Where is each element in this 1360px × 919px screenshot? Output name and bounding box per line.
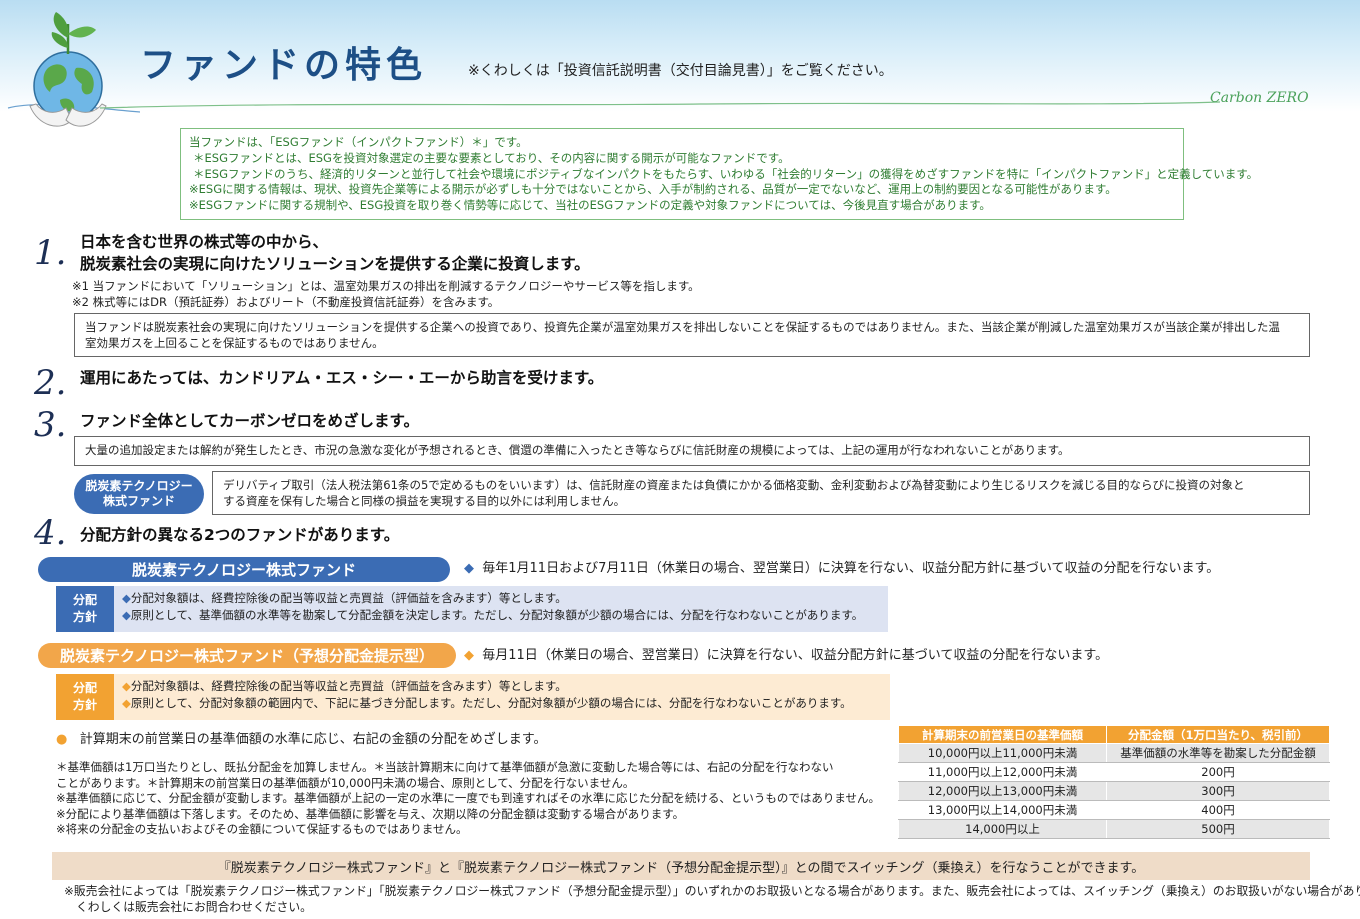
- table-row: 10,000円以上11,000円未満 基準価額の水準等を勘案した分配金額: [898, 743, 1330, 763]
- table-row: 13,000円以上14,000円未満 400円: [898, 800, 1330, 820]
- section1-note2: ※2 株式等にはDR（預託証券）およびリート（不動産投資信託証券）を含みます。: [72, 295, 500, 309]
- fund-tag-badge: 脱炭素テクノロジー 株式ファンド: [74, 474, 204, 514]
- table-header: 計算期末の前営業日の基準価額: [898, 725, 1107, 744]
- fund-b-policy-text: 分配対象額は、経費控除後の配当等収益と売買益（評価益を含みます）等とします。: [130, 679, 567, 693]
- distribution-note: ※分配により基準価額は下落します。そのため、基準価額に影響を与え、次期以降の分配…: [56, 806, 685, 821]
- section4-heading: 分配方針の異なる2つのファンドがあります。: [80, 526, 400, 544]
- table-cell-nav: 12,000円以上13,000円未満: [898, 781, 1107, 801]
- fund-a-label1: 分配: [72, 593, 97, 607]
- fund-a-description: ◆ 毎年1月11日および7月11日（休業日の場合、翌営業日）に決算を行ない、収益…: [464, 561, 1219, 576]
- distribution-note: ※基準価額に応じて、分配金額が変動します。基準価額が上記の一定の水準に一度でも到…: [56, 791, 881, 806]
- fund-b-desc-text: 毎月11日（休業日の場合、翌営業日）に決算を行ない、収益分配方針に基づいて収益の…: [482, 648, 1109, 663]
- table-row: 11,000円以上12,000円未満 200円: [898, 762, 1330, 782]
- esg-line: ※ESGに関する情報は、現状、投資先企業等による開示が必ずしも十分ではないことか…: [189, 182, 1117, 197]
- fund-a-policy-line: ◆原則として、基準価額の水準等を勘案して分配金額を決定します。ただし、分配対象額…: [122, 607, 880, 624]
- section3-disclaimer-box: 大量の追加設定または解約が発生したとき、市況の急激な変化が予想されるとき、償還の…: [74, 436, 1310, 466]
- prospectus-note: ※くわしくは「投資信託説明書（交付目論見書）」をご覧ください。: [468, 63, 893, 79]
- section3-heading: ファンド全体としてカーボンゼロをめざします。: [80, 412, 419, 430]
- fund-a-policy-line: ◆分配対象額は、経費控除後の配当等収益と売買益（評価益を含みます）等とします。: [122, 590, 880, 607]
- esg-line: 当ファンドは、「ESGファンド（インパクトファンド）＊」です。: [189, 135, 528, 149]
- globe-plant-icon: [7, 12, 140, 127]
- table-cell-amount: 500円: [1106, 819, 1330, 839]
- section-number-1: 1.: [34, 233, 67, 273]
- fund-b-label1: 分配: [72, 681, 97, 695]
- section1-heading-line2: 脱炭素社会の実現に向けたソリューションを提供する企業に投資します。: [80, 255, 590, 273]
- fund-b-name-badge: 脱炭素テクノロジー株式ファンド（予想分配金提示型）: [38, 643, 456, 668]
- table-header: 分配金額（1万口当たり、税引前）: [1106, 725, 1330, 744]
- fund-b-description: ◆ 毎月11日（休業日の場合、翌営業日）に決算を行ない、収益分配方針に基づいて収…: [464, 648, 1108, 663]
- fund-tag-line2: 株式ファンド: [102, 494, 175, 508]
- distribution-table: 計算期末の前営業日の基準価額 分配金額（1万口当たり、税引前） 10,000円以…: [898, 725, 1330, 839]
- section-number-2: 2.: [34, 363, 67, 403]
- derivatives-line1: デリバティブ取引（法人税法第61条の5で定めるものをいいます）は、信託財産の資産…: [223, 478, 1245, 492]
- table-cell-amount: 基準価額の水準等を勘案した分配金額: [1106, 743, 1330, 763]
- table-cell-nav: 14,000円以上: [898, 819, 1107, 839]
- switching-banner: 『脱炭素テクノロジー株式ファンド』と『脱炭素テクノロジー株式ファンド（予想分配金…: [52, 852, 1310, 880]
- section-number-3: 3.: [34, 405, 67, 445]
- distribution-note: ※将来の分配金の支払いおよびその金額について保証するものではありません。: [56, 822, 468, 837]
- section1-disclaimer-line2: 室効果ガスを上回ることを保証するものではありません。: [85, 335, 384, 350]
- distribution-note: ことがあります。＊計算期末の前営業日の基準価額が10,000円未満の場合、原則と…: [56, 775, 635, 790]
- esg-line: ＊ESGファンドとは、ESGを投資対象選定の主要な要素としており、その内容に関す…: [193, 150, 790, 165]
- table-header-row: 計算期末の前営業日の基準価額 分配金額（1万口当たり、税引前）: [898, 725, 1330, 744]
- fund-b-policy-line: ◆分配対象額は、経費控除後の配当等収益と売買益（評価益を含みます）等とします。: [122, 678, 882, 695]
- table-cell-amount: 300円: [1106, 781, 1330, 801]
- diamond-bullet-icon: ◆: [122, 696, 131, 710]
- esg-line: ＊ESGファンドのうち、経済的リターンと並行して社会や環境にポジティブなインパク…: [193, 166, 1259, 181]
- section1-disclaimer-line1: 当ファンドは脱炭素社会の実現に向けたソリューションを提供する企業への投資であり、…: [85, 320, 1280, 334]
- orange-dot-icon: ●: [56, 732, 68, 747]
- carbon-zero-logo: Carbon ZERO: [1210, 90, 1309, 106]
- fund-a-desc-text: 毎年1月11日および7月11日（休業日の場合、翌営業日）に決算を行ない、収益分配…: [482, 561, 1220, 576]
- table-cell-amount: 400円: [1106, 800, 1330, 820]
- section-number-4: 4.: [34, 513, 67, 553]
- table-row: 14,000円以上 500円: [898, 819, 1330, 839]
- fund-a-label2: 方針: [72, 610, 97, 624]
- table-cell-nav: 13,000円以上14,000円未満: [898, 800, 1107, 820]
- diamond-bullet-icon: ◆: [122, 608, 131, 622]
- fund-a-policy-text: 原則として、基準価額の水準等を勘案して分配金額を決定します。ただし、分配対象額が…: [130, 608, 864, 622]
- fund-a-policy-body: ◆分配対象額は、経費控除後の配当等収益と売買益（評価益を含みます）等とします。 …: [114, 586, 888, 632]
- distribution-notes: ＊基準価額は1万口当たりとし、既払分配金を加算しません。＊当該計算期末に向けて基…: [56, 760, 892, 838]
- fund-a-policy-label: 分配 方針: [56, 586, 114, 632]
- footer-note-line2: くわしくは販売会社にお問合わせください。: [76, 900, 312, 914]
- esg-line: ※ESGファンドに関する規制や、ESG投資を取り巻く情勢等に応じて、当社のESG…: [189, 198, 991, 213]
- fund-b-policy-body: ◆分配対象額は、経費控除後の配当等収益と売買益（評価益を含みます）等とします。 …: [114, 674, 890, 720]
- table-cell-nav: 11,000円以上12,000円未満: [898, 762, 1107, 782]
- distribution-target-text: 計算期末の前営業日の基準価額の水準に応じ、右記の金額の分配をめざします。: [79, 732, 547, 747]
- diamond-bullet-icon: ◆: [122, 679, 131, 693]
- table-cell-amount: 200円: [1106, 762, 1330, 782]
- footer-note-line1: ※販売会社によっては「脱炭素テクノロジー株式ファンド」「脱炭素テクノロジー株式フ…: [64, 884, 1360, 898]
- derivatives-line2: する資産を保有した場合と同様の損益を実現する目的以外には利用しません。: [223, 493, 626, 508]
- distribution-note: ＊基準価額は1万口当たりとし、既払分配金を加算しません。＊当該計算期末に向けて基…: [56, 760, 834, 774]
- fund-b-policy-text: 原則として、分配対象額の範囲内で、下記に基づき分配します。ただし、分配対象額が少…: [130, 696, 852, 710]
- fund-a-policy-text: 分配対象額は、経費控除後の配当等収益と売買益（評価益を含みます）等とします。: [130, 591, 567, 605]
- fund-b-policy-label: 分配 方針: [56, 674, 114, 720]
- distribution-target-bullet: ● 計算期末の前営業日の基準価額の水準に応じ、右記の金額の分配をめざします。: [56, 732, 546, 747]
- section1-note1: ※1 当ファンドにおいて「ソリューション」とは、温室効果ガスの排出を削減するテク…: [72, 279, 700, 293]
- diamond-bullet-icon: ◆: [464, 561, 474, 576]
- section1-heading-line1: 日本を含む世界の株式等の中から、: [80, 233, 329, 251]
- section2-heading: 運用にあたっては、カンドリアム・エス・シー・エーから助言を受けます。: [80, 369, 604, 387]
- fund-b-label2: 方針: [72, 698, 97, 712]
- fund-a-name-badge: 脱炭素テクノロジー株式ファンド: [38, 557, 450, 582]
- header-divider: [100, 101, 1220, 109]
- esg-fund-notice: 当ファンドは、「ESGファンド（インパクトファンド）＊」です。 ＊ESGファンド…: [180, 128, 1259, 220]
- diamond-bullet-icon: ◆: [464, 648, 474, 663]
- derivatives-box: デリバティブ取引（法人税法第61条の5で定めるものをいいます）は、信託財産の資産…: [212, 471, 1310, 515]
- section1-disclaimer-box: 当ファンドは脱炭素社会の実現に向けたソリューションを提供する企業への投資であり、…: [74, 313, 1310, 357]
- fund-b-policy-line: ◆原則として、分配対象額の範囲内で、下記に基づき分配します。ただし、分配対象額が…: [122, 695, 882, 712]
- diamond-bullet-icon: ◆: [122, 591, 131, 605]
- fund-tag-line1: 脱炭素テクノロジー: [85, 479, 193, 493]
- table-row: 12,000円以上13,000円未満 300円: [898, 781, 1330, 801]
- table-cell-nav: 10,000円以上11,000円未満: [898, 743, 1107, 763]
- page-title: ファンドの特色: [140, 45, 428, 86]
